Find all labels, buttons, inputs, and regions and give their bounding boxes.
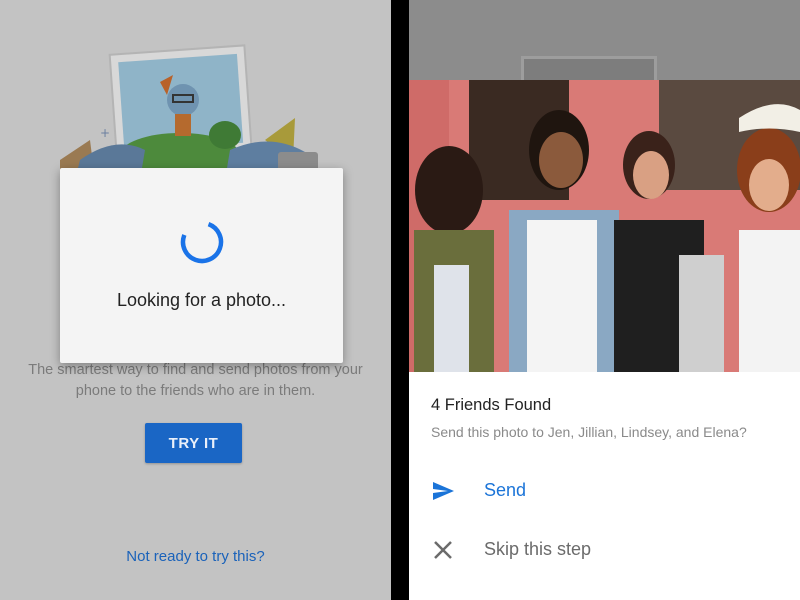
group-photo bbox=[409, 80, 800, 372]
not-ready-link[interactable]: Not ready to try this? bbox=[0, 548, 391, 565]
left-screen: + The smartest way to find and send phot… bbox=[0, 0, 391, 600]
illustration-photo-frame: + bbox=[60, 44, 318, 180]
friends-found-subtitle: Send this photo to Jen, Jillian, Lindsey… bbox=[431, 424, 747, 440]
friends-found-title: 4 Friends Found bbox=[431, 396, 552, 414]
send-label: Send bbox=[484, 480, 527, 500]
loading-spinner-icon bbox=[180, 220, 224, 264]
send-action[interactable]: Send bbox=[409, 462, 800, 518]
skip-label: Skip this step bbox=[484, 539, 592, 559]
intro-description: The smartest way to find and send photos… bbox=[28, 362, 363, 399]
loading-dialog: Looking for a photo... bbox=[60, 168, 343, 363]
svg-text:+: + bbox=[100, 126, 110, 140]
try-it-button[interactable]: TRY IT bbox=[145, 423, 242, 463]
skip-action[interactable]: Skip this step bbox=[409, 521, 800, 577]
close-icon bbox=[434, 541, 452, 559]
loading-text: Looking for a photo... bbox=[116, 290, 287, 310]
send-icon bbox=[433, 482, 454, 500]
right-screen: 4 Friends Found Send this photo to Jen, … bbox=[409, 0, 800, 600]
